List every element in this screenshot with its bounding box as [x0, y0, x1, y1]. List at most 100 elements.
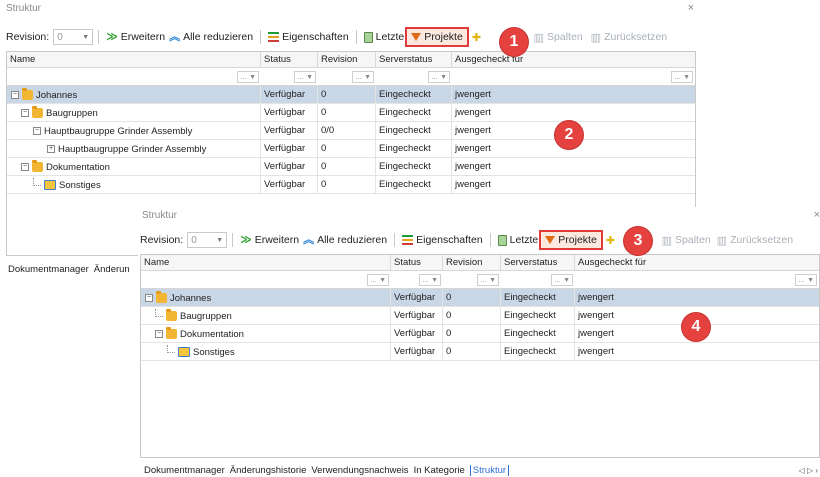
row-user: jwengert: [455, 179, 491, 190]
reset-button[interactable]: ▥ Zurücksetzen: [715, 231, 795, 249]
expand-button[interactable]: ≫ Erweitern: [104, 28, 167, 46]
collapse-toggle-icon[interactable]: −: [11, 91, 19, 99]
collapse-toggle-icon[interactable]: −: [33, 127, 41, 135]
collapse-toggle-icon[interactable]: −: [21, 109, 29, 117]
tab-aenderungshistorie[interactable]: Änderungshistorie: [230, 465, 307, 476]
column-header-name[interactable]: Name: [141, 255, 391, 271]
row-status: Verfügbar: [391, 343, 443, 361]
chevron-down-icon: ▼: [216, 236, 224, 244]
revision-label: Revision:: [140, 234, 184, 246]
projects-filter-button[interactable]: Projekte: [539, 230, 603, 250]
row-status: Verfügbar: [261, 158, 318, 176]
callout-badge-4: 4: [682, 313, 710, 341]
tab-aenderungshistorie[interactable]: Änderun: [94, 264, 130, 275]
filter-dropdown[interactable]: … ▼: [671, 71, 693, 83]
collapse-toggle-icon[interactable]: −: [155, 330, 163, 338]
column-header-status[interactable]: Status: [391, 255, 443, 271]
row-status: Verfügbar: [261, 122, 318, 140]
column-header-revision[interactable]: Revision: [318, 52, 376, 68]
tab-struktur[interactable]: Struktur: [469, 465, 510, 476]
column-header-name[interactable]: Name: [7, 52, 261, 68]
reset-icon: ▥: [716, 234, 728, 247]
chevron-down-icon: ▼: [82, 33, 90, 41]
tab-scroll-arrows[interactable]: ◁ ▷ ›: [799, 466, 818, 475]
projects-filter-button[interactable]: Projekte: [405, 27, 469, 47]
project-icon: [156, 291, 167, 303]
reset-icon: ▥: [590, 31, 602, 44]
tab-verwendungsnachweis[interactable]: Verwendungsnachweis: [311, 465, 408, 476]
row-status: Verfügbar: [391, 325, 443, 343]
column-header-serverstatus[interactable]: Serverstatus: [501, 255, 575, 271]
row-revision: 0/0: [318, 122, 376, 140]
table-row[interactable]: − Dokumentation Verfügbar 0 Eingecheckt j…: [141, 325, 819, 343]
table-row[interactable]: − Johannes Verfügbar 0 Eingecheckt jwenge…: [141, 289, 819, 307]
column-header-checked-out-for[interactable]: Ausgecheckt für: [452, 52, 697, 68]
collapse-all-button[interactable]: ︽ Alle reduzieren: [301, 231, 389, 249]
expand-toggle-icon[interactable]: +: [47, 145, 55, 153]
filter-dropdown[interactable]: … ▼: [294, 71, 316, 83]
recent-button[interactable]: Letzte: [362, 28, 407, 46]
star-icon: ✚: [605, 234, 616, 247]
row-user: jwengert: [578, 346, 614, 357]
close-icon[interactable]: ×: [688, 2, 694, 14]
callout-badge-3: 3: [624, 227, 652, 255]
panel-title: Struktur: [142, 210, 178, 221]
tab-in-kategorie[interactable]: In Kategorie: [414, 465, 465, 476]
structure-panel-front: Struktur × Revision: 0 ▼ ≫ Erweitern ︽ Alle…: [138, 207, 820, 477]
column-header-checked-out-for[interactable]: Ausgecheckt für: [575, 255, 819, 271]
properties-button[interactable]: Eigenschaften: [400, 231, 485, 249]
expand-button[interactable]: ≫ Erweitern: [238, 231, 301, 249]
table-row[interactable]: − Hauptbaugruppe Grinder Assembly Verfügb…: [7, 122, 695, 140]
table-row[interactable]: Sonstiges Verfügbar 0 Eingecheckt jwenge…: [7, 176, 695, 194]
recent-button[interactable]: Letzte: [496, 231, 541, 249]
row-name: Johannes: [36, 89, 78, 101]
table-row[interactable]: − Dokumentation Verfügbar 0 Eingecheckt j…: [7, 158, 695, 176]
expand-icon: ≫: [106, 30, 118, 43]
tab-dokumentmanager[interactable]: Dokumentmanager: [8, 264, 89, 275]
separator: [232, 233, 234, 247]
reset-button[interactable]: ▥ Zurücksetzen: [589, 28, 669, 46]
row-serverstatus: Eingecheckt: [376, 176, 452, 194]
collapse-all-button[interactable]: ︽ Alle reduzieren: [167, 28, 255, 46]
filter-dropdown[interactable]: … ▼: [795, 274, 817, 286]
row-serverstatus: Eingecheckt: [376, 158, 452, 176]
filter-dropdown[interactable]: … ▼: [477, 274, 499, 286]
close-icon[interactable]: ×: [814, 209, 820, 221]
favorites-button[interactable]: ✚: [604, 231, 617, 249]
row-name: Dokumentation: [46, 161, 110, 173]
row-revision: 0: [318, 86, 376, 104]
row-status: Verfügbar: [261, 104, 318, 122]
collapse-icon: ︽: [303, 233, 315, 246]
column-header-revision[interactable]: Revision: [443, 255, 501, 271]
revision-select[interactable]: 0 ▼: [53, 29, 94, 45]
table-row[interactable]: Sonstiges Verfügbar 0 Eingecheckt jwenge…: [141, 343, 819, 361]
properties-icon: [402, 235, 414, 245]
properties-button[interactable]: Eigenschaften: [266, 28, 351, 46]
columns-button[interactable]: ▥ Spalten: [532, 28, 585, 46]
row-serverstatus: Eingecheckt: [501, 343, 575, 361]
row-serverstatus: Eingecheckt: [501, 307, 575, 325]
columns-button[interactable]: ▥ Spalten: [660, 231, 713, 249]
table-row[interactable]: − Baugruppen Verfügbar 0 Eingecheckt jwen…: [7, 104, 695, 122]
filter-dropdown[interactable]: … ▼: [428, 71, 450, 83]
table-row[interactable]: + Hauptbaugruppe Grinder Assembly Verfügb…: [7, 140, 695, 158]
callout-badge-1: 1: [500, 28, 528, 56]
tab-dokumentmanager[interactable]: Dokumentmanager: [144, 465, 225, 476]
revision-select[interactable]: 0 ▼: [187, 232, 228, 248]
collapse-toggle-icon[interactable]: −: [145, 294, 153, 302]
filter-dropdown[interactable]: … ▼: [237, 71, 259, 83]
table-row[interactable]: − Johannes Verfügbar 0 Eingecheckt jwenge…: [7, 86, 695, 104]
table-row[interactable]: Baugruppen Verfügbar 0 Eingecheckt jweng…: [141, 307, 819, 325]
row-name: Sonstiges: [193, 346, 235, 358]
column-header-status[interactable]: Status: [261, 52, 318, 68]
filter-dropdown[interactable]: … ▼: [419, 274, 441, 286]
recent-icon: [497, 234, 507, 246]
filter-dropdown[interactable]: … ▼: [551, 274, 573, 286]
grid-header: Name Status Revision Serverstatus Ausgec…: [7, 52, 695, 68]
favorites-button[interactable]: ✚: [470, 28, 483, 46]
structure-grid: Name Status Revision Serverstatus Ausgec…: [140, 254, 820, 458]
column-header-serverstatus[interactable]: Serverstatus: [376, 52, 452, 68]
filter-dropdown[interactable]: … ▼: [367, 274, 389, 286]
filter-dropdown[interactable]: … ▼: [352, 71, 374, 83]
collapse-toggle-icon[interactable]: −: [21, 163, 29, 171]
